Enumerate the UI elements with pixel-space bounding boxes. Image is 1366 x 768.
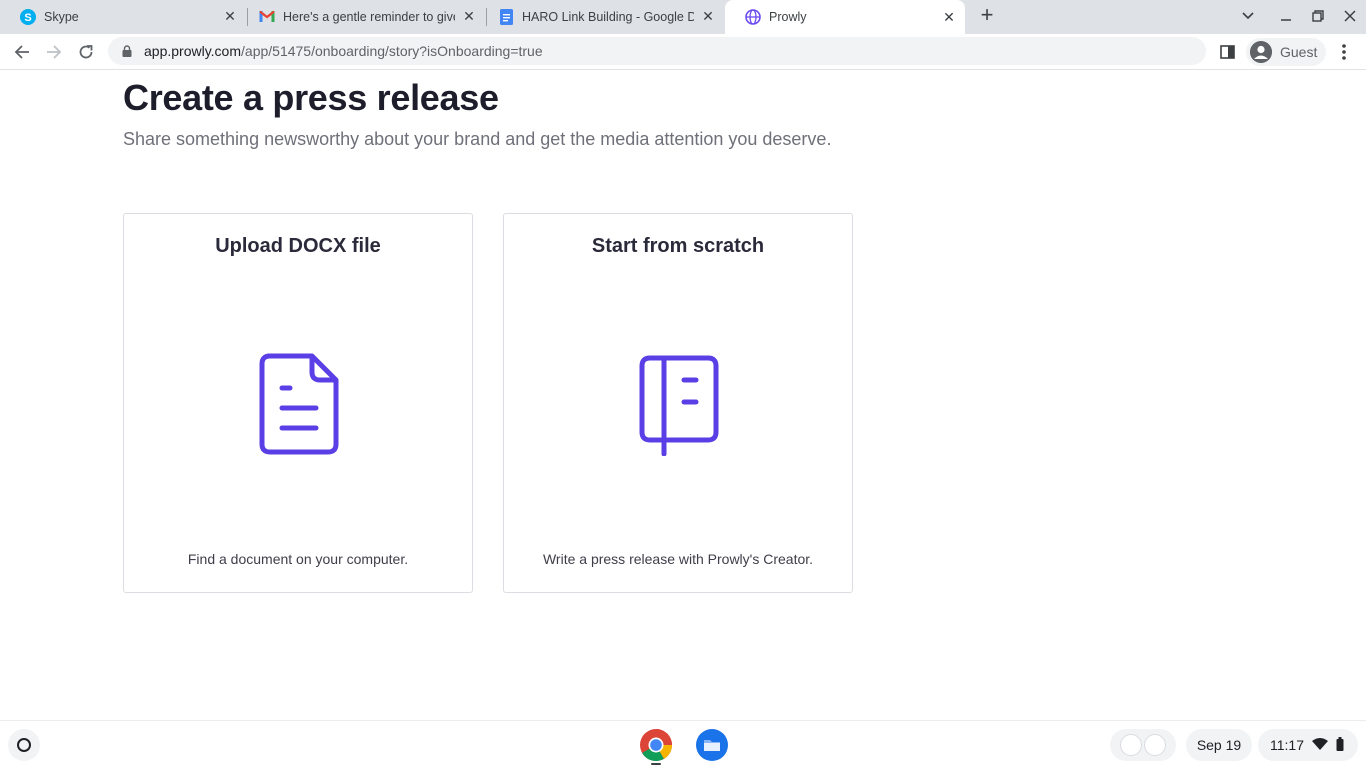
tab-skype[interactable]: S Skype ✕	[0, 0, 246, 33]
upload-docx-card[interactable]: Upload DOCX file Find a document on your…	[123, 213, 473, 593]
thumbnail-icon	[1120, 734, 1142, 756]
date-tray[interactable]: Sep 19	[1186, 729, 1252, 761]
page-title: Create a press release	[123, 77, 499, 118]
battery-icon	[1336, 736, 1344, 754]
avatar-icon	[1250, 41, 1272, 63]
tab-prowly[interactable]: Prowly ✕	[725, 0, 965, 34]
tab-title: Skype	[44, 9, 79, 24]
time-label: 11:17	[1270, 737, 1304, 753]
address-bar[interactable]: app.prowly.com/app/51475/onboarding/stor…	[108, 37, 1206, 65]
side-panel-icon[interactable]	[1219, 43, 1237, 61]
date-label: Sep 19	[1196, 737, 1242, 753]
tab-search-icon[interactable]	[1238, 6, 1258, 26]
card-title: Start from scratch	[591, 235, 765, 257]
skype-icon: S	[20, 8, 36, 25]
browser-toolbar: app.prowly.com/app/51475/onboarding/stor…	[0, 34, 1366, 70]
close-icon[interactable]: ✕	[222, 8, 238, 25]
status-tray[interactable]: 11:17	[1258, 729, 1358, 761]
profile-button[interactable]: Guest	[1246, 38, 1326, 66]
back-icon[interactable]	[10, 40, 34, 64]
restore-icon[interactable]	[1308, 6, 1328, 26]
tab-title: Here's a gentle reminder to give	[283, 9, 455, 24]
card-title: Upload DOCX file	[215, 235, 381, 257]
tab-strip: S Skype ✕ Here's a gentle reminder to gi…	[0, 0, 1366, 34]
more-menu-icon[interactable]	[1336, 42, 1352, 62]
close-icon[interactable]: ✕	[700, 8, 716, 25]
page-subtitle: Share something newsworthy about your br…	[123, 129, 832, 149]
tab-google-docs[interactable]: HARO Link Building - Google Doc ✕	[478, 0, 724, 33]
profile-label: Guest	[1280, 44, 1318, 60]
wifi-icon	[1312, 737, 1328, 753]
thumbnail-icon	[1144, 734, 1166, 756]
notebook-icon	[629, 344, 729, 464]
tab-title: Prowly	[769, 10, 807, 24]
active-app-indicator	[651, 763, 661, 765]
close-icon[interactable]: ✕	[941, 9, 957, 25]
new-tab-button[interactable]: +	[976, 4, 998, 27]
url-host: app.prowly.com	[144, 43, 242, 59]
tab-title: HARO Link Building - Google Doc	[522, 9, 694, 24]
lock-icon	[122, 44, 134, 58]
files-icon[interactable]	[695, 728, 729, 762]
reload-icon[interactable]	[74, 40, 98, 64]
svg-text:S: S	[24, 12, 31, 24]
chrome-icon[interactable]	[639, 728, 673, 762]
holding-space-tray[interactable]	[1110, 729, 1176, 761]
card-description: Write a press release with Prowly's Crea…	[542, 551, 814, 567]
gmail-icon	[259, 9, 275, 25]
launcher-button[interactable]	[8, 729, 40, 761]
minimize-icon[interactable]	[1276, 6, 1296, 26]
url-path: /app/51475/onboarding/story?isOnboarding…	[241, 43, 543, 59]
start-from-scratch-card[interactable]: Start from scratch Write a press release…	[503, 213, 853, 593]
prowly-icon	[745, 9, 761, 25]
document-icon	[249, 344, 349, 464]
google-docs-icon	[498, 8, 514, 25]
card-description: Find a document on your computer.	[187, 551, 409, 567]
page-content: Create a press release Share something n…	[0, 71, 1366, 720]
tab-gmail[interactable]: Here's a gentle reminder to give ✕	[239, 0, 485, 33]
close-window-icon[interactable]	[1340, 6, 1360, 26]
close-icon[interactable]: ✕	[461, 8, 477, 25]
forward-icon[interactable]	[42, 40, 66, 64]
launcher-icon	[17, 738, 31, 752]
system-shelf: Sep 19 11:17	[0, 720, 1366, 768]
